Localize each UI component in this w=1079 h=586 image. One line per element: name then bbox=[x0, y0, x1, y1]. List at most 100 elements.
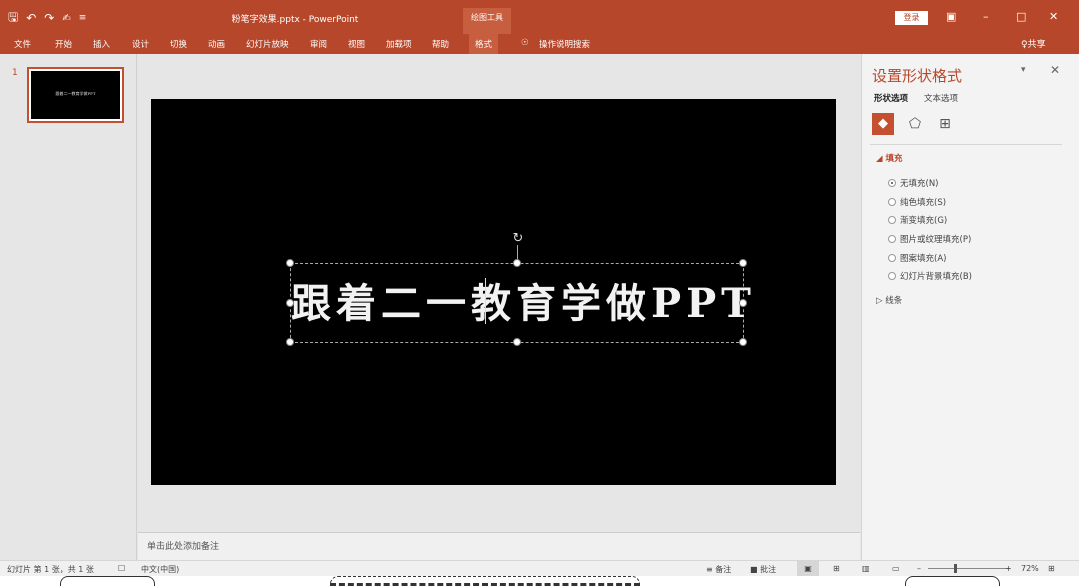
format-shape-pane: 设置形状格式 ▾ ✕ 形状选项 文本选项 ◆ ⬠ ⊞ ◢ 填充 无填充(N) 纯… bbox=[861, 54, 1079, 560]
slide-sorter-icon[interactable]: ⊞ bbox=[833, 564, 840, 573]
tab-design[interactable]: 设计 bbox=[132, 38, 149, 50]
tab-slideshow[interactable]: 幻灯片放映 bbox=[246, 38, 289, 50]
maximize-icon[interactable]: □ bbox=[1016, 10, 1026, 23]
resize-handle-bottom-left[interactable] bbox=[286, 338, 294, 346]
tab-transitions[interactable]: 切换 bbox=[170, 38, 187, 50]
tab-file[interactable]: 文件 bbox=[14, 38, 31, 50]
slide-thumbnail-pane: 1 跟着二一教育学做PPT bbox=[0, 54, 137, 560]
tab-view[interactable]: 视图 bbox=[348, 38, 365, 50]
tab-help[interactable]: 帮助 bbox=[432, 38, 449, 50]
chevron-down-icon[interactable]: ▾ bbox=[1021, 65, 1026, 75]
share-label: 共享 bbox=[1027, 40, 1046, 50]
text-box-selected[interactable]: 跟着二一教育学做PPT bbox=[286, 259, 751, 346]
option-label: 渐变填充(G) bbox=[900, 216, 948, 227]
tab-home[interactable]: 开始 bbox=[55, 38, 72, 50]
resize-handle-top-left[interactable] bbox=[286, 259, 294, 267]
resize-handle-bottom[interactable] bbox=[513, 338, 521, 346]
slide-title-text[interactable]: 跟着二一教育学做PPT bbox=[291, 264, 751, 344]
line-section-header[interactable]: ▷ 线条 bbox=[876, 294, 902, 306]
radio-icon[interactable] bbox=[888, 253, 896, 262]
fill-option-none[interactable]: 无填充(N) bbox=[888, 174, 972, 193]
share-button[interactable]: ♀共享 bbox=[1021, 37, 1046, 50]
notes-label: 备注 bbox=[715, 565, 732, 574]
radio-icon[interactable] bbox=[888, 179, 896, 188]
notes-icon: ≡ bbox=[706, 565, 713, 574]
normal-view-icon[interactable]: ▣ bbox=[797, 561, 819, 576]
rotate-handle-icon[interactable]: ↻ bbox=[511, 232, 525, 246]
tab-insert[interactable]: 插入 bbox=[93, 38, 110, 50]
resize-handle-bottom-right[interactable] bbox=[739, 338, 747, 346]
reading-view-icon[interactable]: ▥ bbox=[862, 564, 870, 573]
tab-text-options[interactable]: 文本选项 bbox=[924, 92, 958, 104]
notes-placeholder: 单击此处添加备注 bbox=[147, 542, 220, 552]
ribbon-display-options-icon[interactable]: ▣ bbox=[946, 10, 956, 23]
fill-options: 无填充(N) 纯色填充(S) 渐变填充(G) 图片或纹理填充(P) 图案填充(A… bbox=[888, 174, 972, 286]
zoom-slider[interactable] bbox=[928, 568, 1010, 569]
option-label: 图片或纹理填充(P) bbox=[900, 235, 972, 246]
zoom-in-icon[interactable]: + bbox=[1005, 564, 1012, 573]
notes-button[interactable]: ≡ 备注 bbox=[706, 564, 731, 575]
slide-canvas[interactable]: ↻ 跟着二一教育学做PPT bbox=[151, 99, 836, 485]
option-label: 幻灯片背景填充(B) bbox=[900, 272, 972, 283]
radio-icon[interactable] bbox=[888, 235, 896, 244]
fill-option-pattern[interactable]: 图案填充(A) bbox=[888, 248, 972, 267]
fill-option-slide-background[interactable]: 幻灯片背景填充(B) bbox=[888, 267, 972, 286]
radio-icon[interactable] bbox=[888, 197, 896, 206]
slideshow-icon[interactable]: ▭ bbox=[892, 564, 900, 573]
comment-icon: ■ bbox=[750, 565, 758, 574]
notes-pane[interactable]: 单击此处添加备注 bbox=[138, 532, 860, 560]
title-bar: 🖫 ↶ ↷ ✍ ≡ 粉笔字效果.pptx - PowerPoint 绘图工具 登… bbox=[0, 0, 1079, 34]
wallpaper-deco bbox=[60, 576, 155, 586]
comments-button[interactable]: ■ 批注 bbox=[750, 564, 776, 575]
thumbnail-text: 跟着二一教育学做PPT bbox=[55, 91, 96, 96]
wallpaper-strip bbox=[0, 576, 1079, 586]
slide-editor: ↻ 跟着二一教育学做PPT bbox=[138, 54, 860, 532]
option-label: 图案填充(A) bbox=[900, 253, 947, 264]
resize-handle-top[interactable] bbox=[513, 259, 521, 267]
tab-addins[interactable]: 加载项 bbox=[386, 38, 412, 50]
tell-me-search[interactable]: 操作说明搜索 bbox=[539, 38, 590, 50]
fill-option-gradient[interactable]: 渐变填充(G) bbox=[888, 211, 972, 230]
radio-icon[interactable] bbox=[888, 272, 896, 281]
expand-triangle-icon: ▷ bbox=[876, 296, 886, 306]
slide-thumbnail[interactable]: 跟着二一教育学做PPT bbox=[27, 67, 124, 123]
thumbnail-number: 1 bbox=[12, 68, 18, 78]
effects-pentagon-icon[interactable]: ⬠ bbox=[904, 113, 926, 135]
lightbulb-icon[interactable]: ☉ bbox=[521, 38, 529, 48]
language-indicator[interactable]: 中文(中国) bbox=[141, 564, 179, 575]
ribbon-tabs: 文件 开始 插入 设计 切换 动画 幻灯片放映 审阅 视图 加载项 帮助 格式 … bbox=[0, 34, 1079, 54]
collapse-triangle-icon: ◢ bbox=[876, 154, 886, 164]
resize-handle-top-right[interactable] bbox=[739, 259, 747, 267]
accessibility-icon[interactable]: ☐ bbox=[118, 564, 125, 573]
option-label: 纯色填充(S) bbox=[900, 197, 947, 208]
tab-shape-options[interactable]: 形状选项 bbox=[874, 92, 908, 104]
fit-to-window-icon[interactable]: ⊞ bbox=[1048, 564, 1055, 573]
tab-format[interactable]: 格式 bbox=[469, 34, 499, 54]
slide-info: 幻灯片 第 1 张，共 1 张 bbox=[7, 565, 94, 574]
tab-review[interactable]: 审阅 bbox=[310, 38, 327, 50]
wallpaper-deco bbox=[330, 576, 640, 586]
zoom-slider-thumb[interactable] bbox=[954, 564, 957, 573]
thumbnail-preview: 跟着二一教育学做PPT bbox=[31, 71, 120, 119]
login-button[interactable]: 登录 bbox=[895, 11, 928, 25]
size-properties-icon[interactable]: ⊞ bbox=[934, 113, 956, 135]
close-icon[interactable]: ✕ bbox=[1049, 10, 1058, 23]
radio-icon[interactable] bbox=[888, 216, 896, 225]
resize-handle-left[interactable] bbox=[286, 299, 294, 307]
fill-option-solid[interactable]: 纯色填充(S) bbox=[888, 193, 972, 212]
resize-handle-right[interactable] bbox=[739, 299, 747, 307]
status-bar: 幻灯片 第 1 张，共 1 张 ☐ 中文(中国) ≡ 备注 ■ 批注 ▣ ⊞ ▥… bbox=[0, 560, 1079, 576]
pane-divider bbox=[870, 144, 1062, 145]
fill-option-picture[interactable]: 图片或纹理填充(P) bbox=[888, 230, 972, 249]
fill-section-label: 填充 bbox=[885, 154, 903, 164]
line-section-label: 线条 bbox=[885, 296, 903, 306]
minimize-icon[interactable]: – bbox=[983, 10, 989, 23]
fill-line-icon[interactable]: ◆ bbox=[872, 113, 894, 135]
close-icon[interactable]: ✕ bbox=[1050, 63, 1060, 77]
drawing-tools-context-tab: 绘图工具 bbox=[463, 8, 511, 34]
tab-animations[interactable]: 动画 bbox=[208, 38, 225, 50]
fill-section-header[interactable]: ◢ 填充 bbox=[876, 152, 903, 164]
zoom-out-icon[interactable]: – bbox=[917, 564, 921, 573]
option-label: 无填充(N) bbox=[900, 179, 939, 190]
zoom-level[interactable]: 72% bbox=[1021, 564, 1039, 573]
